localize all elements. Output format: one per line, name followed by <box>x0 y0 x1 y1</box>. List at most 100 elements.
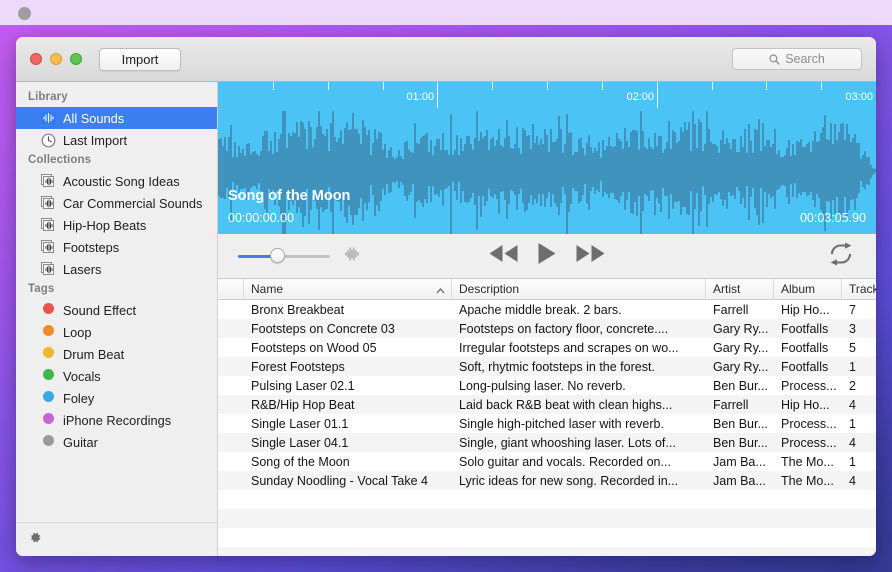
cell-track: 7 <box>842 300 876 319</box>
cell-text: Gary Ry... <box>713 340 769 355</box>
waveform-panel[interactable]: 01:00 02:00 03:00 Song of the Moon 00:00:0… <box>218 82 876 234</box>
cell-text: 4 <box>849 435 856 450</box>
volume-slider[interactable] <box>238 248 330 264</box>
row-gutter <box>218 471 244 490</box>
now-playing-title: Song of the Moon <box>228 188 351 204</box>
sidebar-item-sound-effect[interactable]: Sound Effect <box>16 299 217 321</box>
table-body[interactable]: Bronx Breakbeat Apache middle break. 2 ba… <box>218 300 876 556</box>
table-header-gutter <box>218 279 244 299</box>
cell-text: Jam Ba... <box>713 454 766 469</box>
column-header-label: Track <box>849 282 876 296</box>
sidebar-item-lasers[interactable]: Lasers <box>16 258 217 280</box>
table-row[interactable]: Sunday Noodling - Vocal Take 4 Lyric idea… <box>218 471 876 490</box>
cell-track: 4 <box>842 433 876 452</box>
column-header-track[interactable]: Track <box>842 279 876 299</box>
cell-artist: Jam Ba... <box>706 452 774 471</box>
sidebar-item-last-import[interactable]: Last Import <box>16 129 217 151</box>
cell-album: Process... <box>774 376 842 395</box>
table-row[interactable]: Song of the Moon Solo guitar and vocals. … <box>218 452 876 471</box>
column-header-label: Description <box>459 282 520 296</box>
timeline-ruler[interactable]: 01:00 02:00 03:00 <box>218 82 876 108</box>
collection-icon <box>41 217 56 233</box>
cell-track: 1 <box>842 452 876 471</box>
cell-text: Jam Ba... <box>713 473 766 488</box>
column-header-artist[interactable]: Artist <box>706 279 774 299</box>
column-header-description[interactable]: Description <box>452 279 706 299</box>
cell-text: Footfalls <box>781 359 829 374</box>
column-header-name[interactable]: Name <box>244 279 452 299</box>
sidebar-item-label: Last Import <box>63 132 128 148</box>
ruler-minor-tick <box>712 82 713 90</box>
sidebar-section-heading: Collections <box>28 154 92 166</box>
volume-slider-knob[interactable] <box>269 248 285 263</box>
sidebar-item-iphone-recordings[interactable]: iPhone Recordings <box>16 409 217 431</box>
sidebar-item-hip-hop-beats[interactable]: Hip-Hop Beats <box>16 214 217 236</box>
cell-text: Ben Bur... <box>713 416 768 431</box>
cell-description: Single high-pitched laser with reverb. <box>452 414 706 433</box>
table-row[interactable]: Single Laser 04.1 Single, giant whooshing… <box>218 433 876 452</box>
import-button[interactable]: Import <box>99 47 181 71</box>
table-row[interactable]: Forest Footsteps Soft, rhytmic footsteps … <box>218 357 876 376</box>
sidebar-item-vocals[interactable]: Vocals <box>16 365 217 387</box>
search-field[interactable]: Search <box>732 48 862 70</box>
window-traffic-lights <box>30 53 82 65</box>
table-row[interactable]: R&B/Hip Hop Beat Laid back R&B beat with … <box>218 395 876 414</box>
sidebar-section-heading: Library <box>28 91 68 103</box>
ruler-label: 02:00 <box>626 91 654 103</box>
window-body: Library All Sounds Last Import Collections A… <box>16 82 876 556</box>
table-row[interactable]: Footsteps on Wood 05 Irregular footsteps … <box>218 338 876 357</box>
minimize-button[interactable] <box>50 53 62 65</box>
sidebar-item-footsteps[interactable]: Footsteps <box>16 236 217 258</box>
sidebar-list[interactable]: Library All Sounds Last Import Collections A… <box>16 82 217 522</box>
sidebar-item-guitar[interactable]: Guitar <box>16 431 217 453</box>
sidebar-item-drum-beat[interactable]: Drum Beat <box>16 343 217 365</box>
cell-text: Apache middle break. 2 bars. <box>459 302 622 317</box>
waveform-icon <box>41 111 56 126</box>
cell-track: 4 <box>842 395 876 414</box>
cell-text: 3 <box>849 321 856 336</box>
playback-controls <box>489 242 606 270</box>
gear-icon[interactable] <box>27 530 42 550</box>
transport-bar <box>218 234 876 279</box>
table-row[interactable]: Bronx Breakbeat Apache middle break. 2 ba… <box>218 300 876 319</box>
sidebar-item-label: Sound Effect <box>63 302 137 318</box>
sidebar-item-loop[interactable]: Loop <box>16 321 217 343</box>
tag-dot-icon <box>41 302 56 318</box>
sidebar-item-foley[interactable]: Foley <box>16 387 217 409</box>
collection-icon <box>41 195 56 211</box>
sidebar-item-acoustic-song-ideas[interactable]: Acoustic Song Ideas <box>16 170 217 192</box>
ruler-major-tick <box>437 82 438 108</box>
rewind-button[interactable] <box>489 244 519 268</box>
cell-track: 4 <box>842 471 876 490</box>
cell-text: Single Laser 04.1 <box>251 435 349 450</box>
fast-forward-button[interactable] <box>576 244 606 268</box>
play-button[interactable] <box>538 242 557 270</box>
table-empty-row <box>218 528 876 547</box>
sidebar-item-label: Hip-Hop Beats <box>63 217 147 233</box>
table-row[interactable]: Footsteps on Concrete 03 Footsteps on fac… <box>218 319 876 338</box>
cell-text: Hip Ho... <box>781 397 830 412</box>
sidebar-item-all-sounds[interactable]: All Sounds <box>16 107 217 129</box>
cell-artist: Jam Ba... <box>706 471 774 490</box>
ruler-minor-tick <box>821 82 822 90</box>
sidebar-item-label: Acoustic Song Ideas <box>63 173 180 189</box>
main-panel: 01:00 02:00 03:00 Song of the Moon 00:00:0… <box>218 82 876 556</box>
tag-color-dot <box>43 324 54 336</box>
sidebar: Library All Sounds Last Import Collections A… <box>16 82 218 556</box>
cell-text: Process... <box>781 435 837 450</box>
maximize-button[interactable] <box>70 53 82 65</box>
collection-icon <box>41 261 56 277</box>
waveform-icon[interactable] <box>344 246 360 266</box>
cell-text: Ben Bur... <box>713 435 768 450</box>
row-gutter <box>218 338 244 357</box>
table-row[interactable]: Single Laser 01.1 Single high-pitched las… <box>218 414 876 433</box>
cell-name: Bronx Breakbeat <box>244 300 452 319</box>
waveform-display[interactable] <box>218 108 876 234</box>
close-button[interactable] <box>30 53 42 65</box>
cell-text: Footfalls <box>781 340 829 355</box>
cell-description: Lyric ideas for new song. Recorded in... <box>452 471 706 490</box>
loop-button[interactable] <box>828 242 854 271</box>
column-header-album[interactable]: Album <box>774 279 842 299</box>
sidebar-item-car-commercial-sounds[interactable]: Car Commercial Sounds <box>16 192 217 214</box>
table-row[interactable]: Pulsing Laser 02.1 Long-pulsing laser. No… <box>218 376 876 395</box>
